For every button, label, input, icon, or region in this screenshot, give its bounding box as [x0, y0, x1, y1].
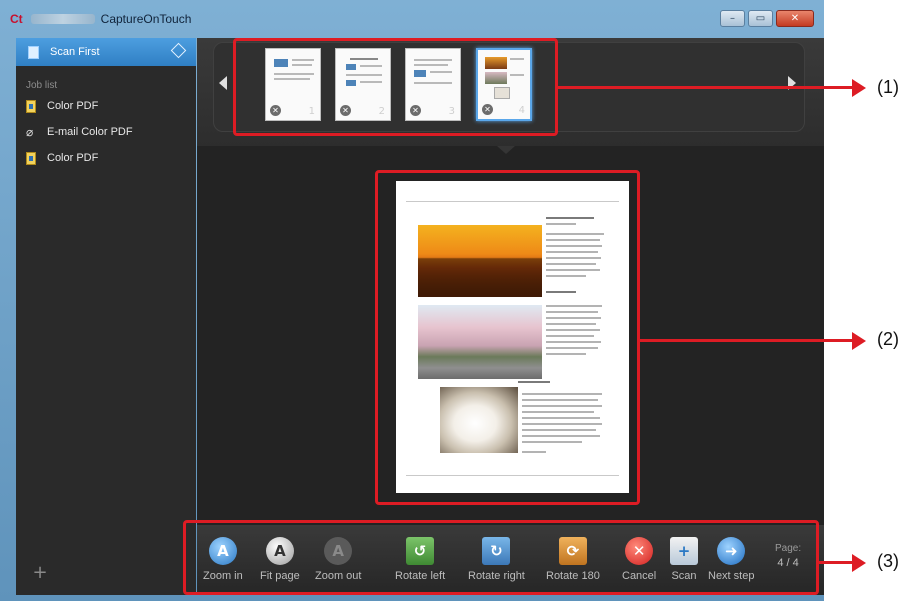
callout-box-3 — [183, 520, 819, 595]
minimize-button[interactable]: – — [720, 10, 745, 27]
job-label: Color PDF — [47, 100, 99, 112]
settings-diamond-icon[interactable] — [170, 42, 187, 59]
callout-arrowhead-2 — [852, 332, 866, 350]
maximize-button[interactable]: ▭ — [748, 10, 773, 27]
window-title: CaptureOnTouch — [100, 12, 192, 26]
window-controls: – ▭ ✕ — [720, 10, 814, 27]
callout-arrowhead-1 — [852, 79, 866, 97]
scan-first-label: Scan First — [50, 46, 100, 58]
title-bar: Ct CaptureOnTouch – ▭ ✕ — [0, 0, 824, 38]
callout-box-1 — [233, 38, 558, 136]
job-list-heading: Job list — [26, 80, 58, 91]
add-job-button[interactable]: + — [32, 564, 48, 582]
selected-thumb-pointer — [497, 146, 515, 154]
blurred-model-name — [30, 14, 95, 24]
callout-arrow-2 — [640, 339, 858, 342]
pdf-doc-icon — [26, 99, 36, 113]
callout-box-2 — [375, 170, 640, 505]
app-logo: Ct — [10, 12, 23, 26]
scroll-left-arrow-icon[interactable] — [219, 76, 227, 90]
scan-first-item[interactable]: Scan First — [16, 38, 196, 66]
job-item-email-color-pdf[interactable]: ⌀ E-mail Color PDF — [26, 122, 133, 142]
sidebar: Scan First Job list Color PDF ⌀ E-mail C… — [16, 38, 196, 595]
job-item-color-pdf-2[interactable]: Color PDF — [26, 148, 98, 168]
callout-label-3: (3) — [877, 551, 899, 571]
callout-arrowhead-3 — [852, 554, 866, 572]
close-button[interactable]: ✕ — [776, 10, 814, 27]
scanner-icon — [28, 45, 39, 59]
callout-arrow-1 — [558, 86, 858, 89]
job-item-color-pdf-1[interactable]: Color PDF — [26, 96, 98, 116]
paperclip-icon: ⌀ — [26, 124, 34, 139]
pdf-doc-icon — [26, 151, 36, 165]
callout-label-1: (1) — [877, 77, 899, 97]
job-label: Color PDF — [47, 152, 99, 164]
callout-label-2: (2) — [877, 329, 899, 349]
job-label: E-mail Color PDF — [47, 126, 133, 138]
